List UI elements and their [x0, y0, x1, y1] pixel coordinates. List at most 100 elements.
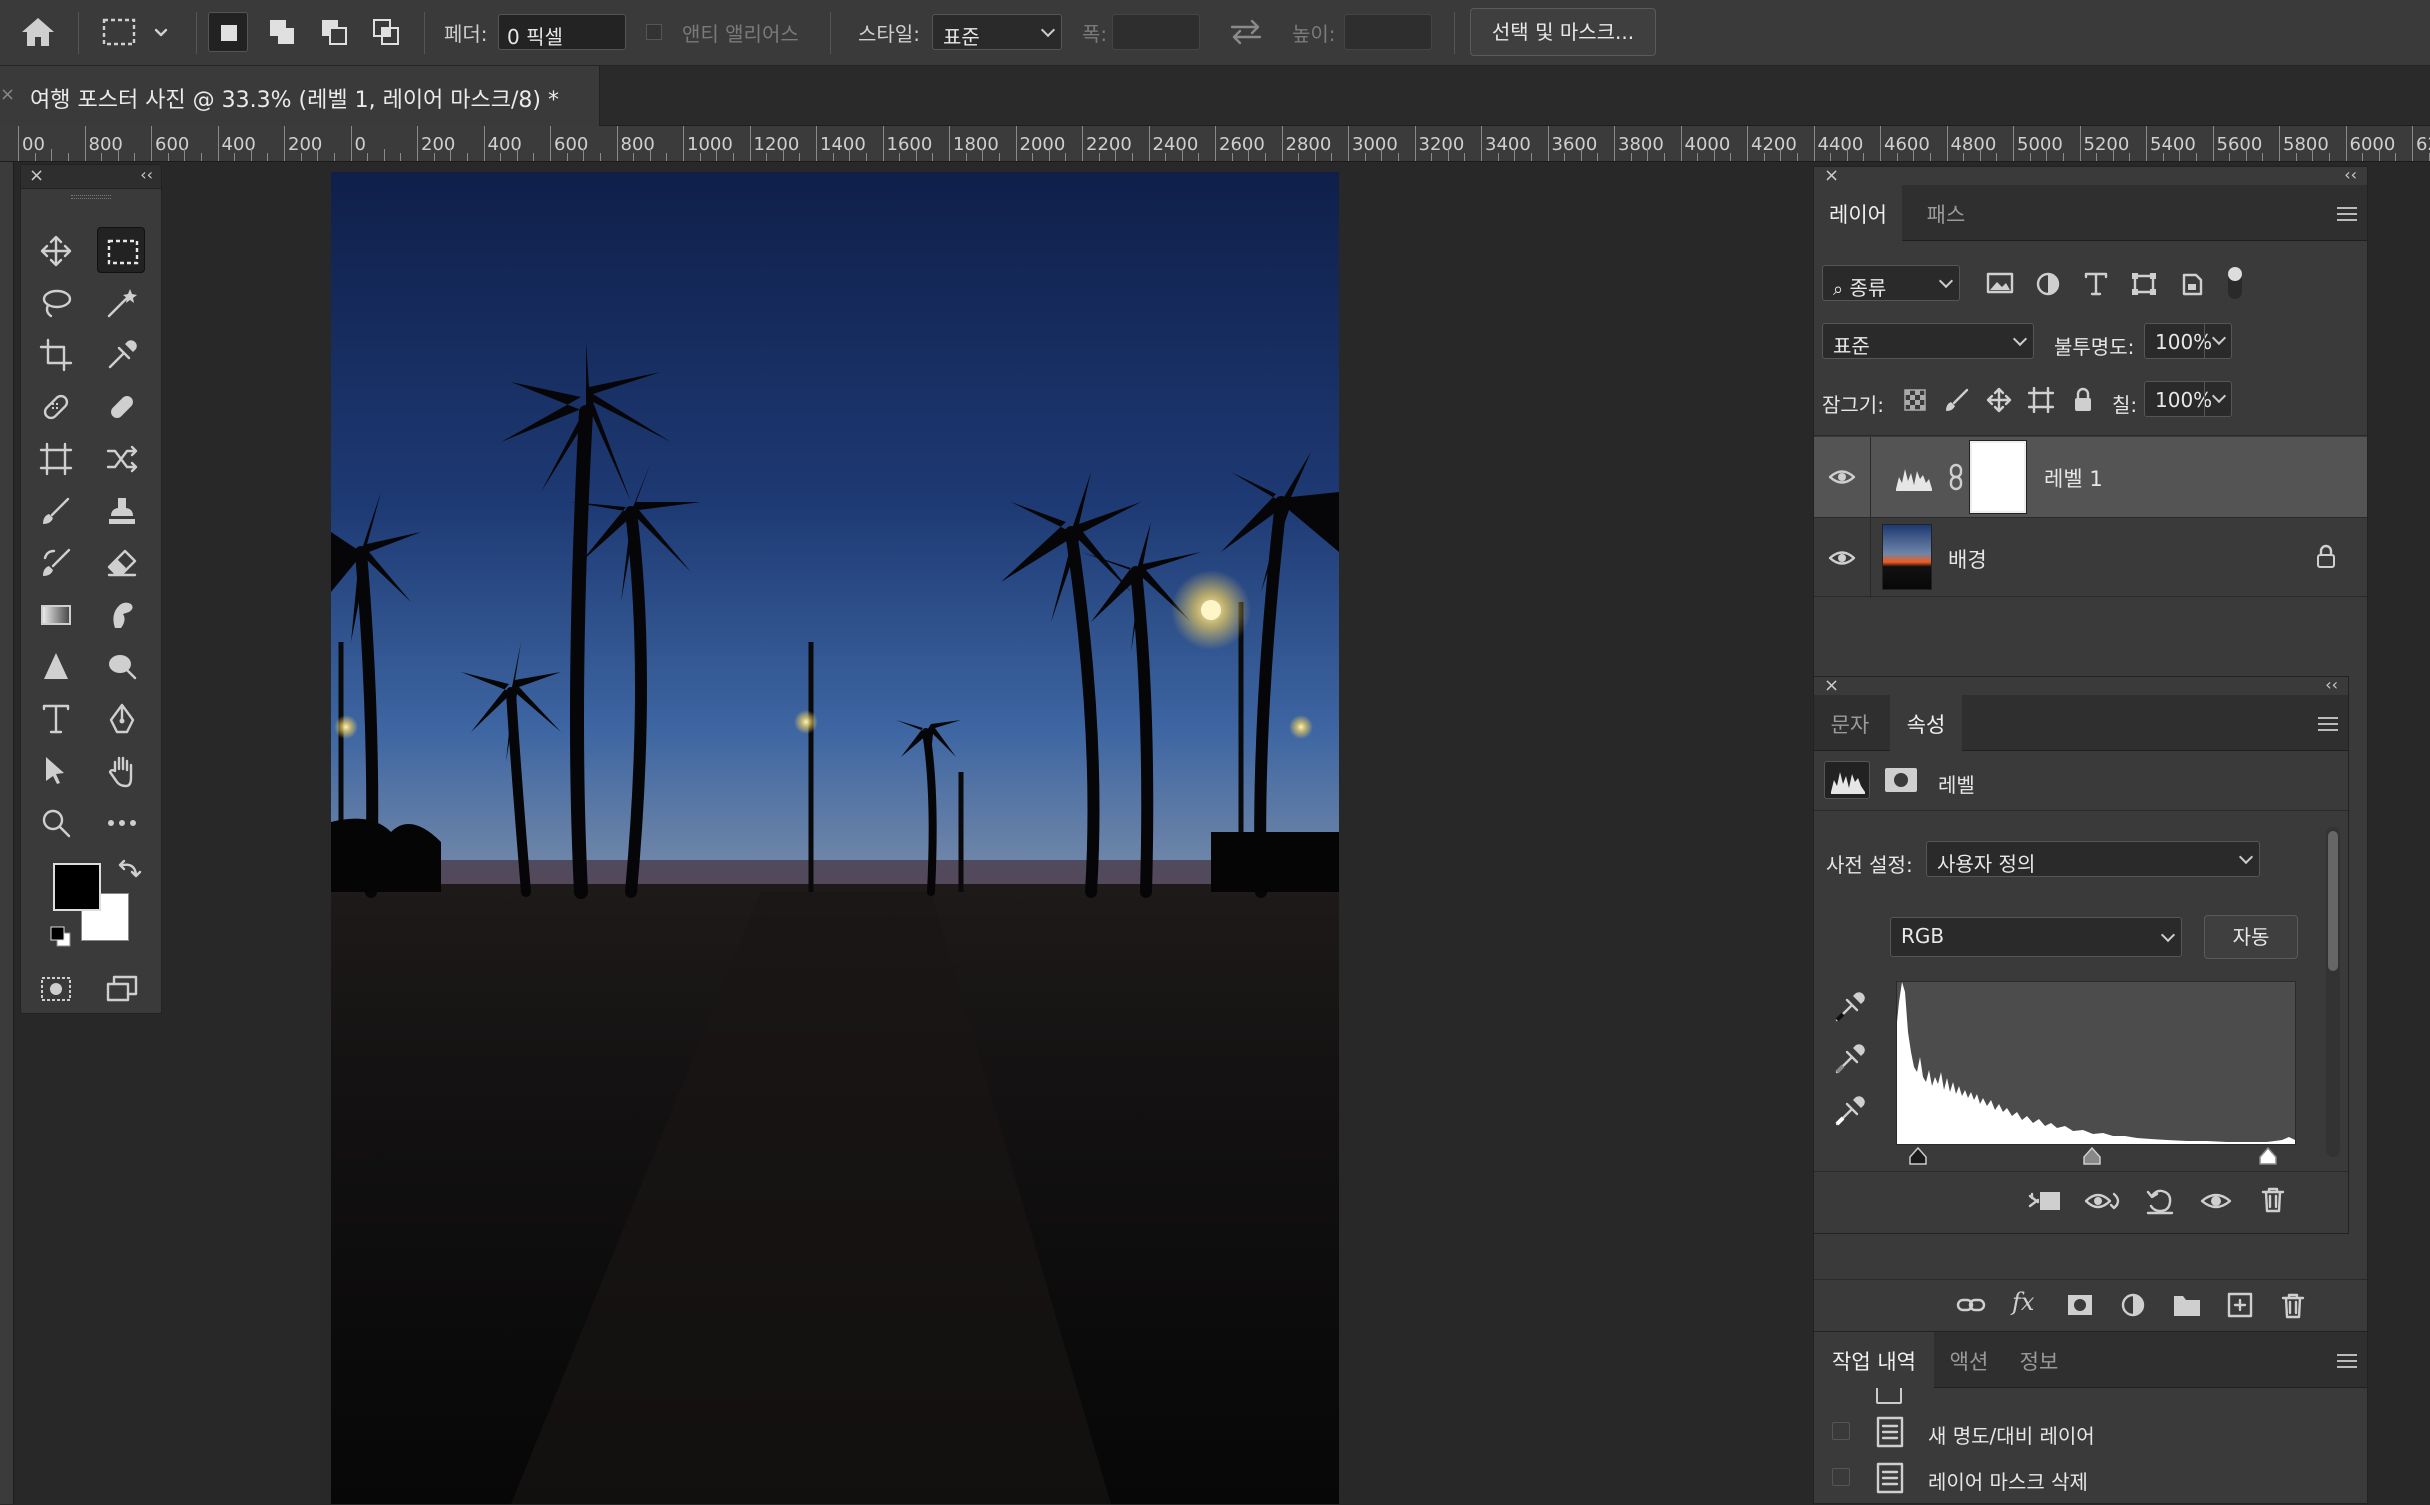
- history-snapshot-checkbox[interactable]: [1832, 1468, 1850, 1486]
- lock-image-pixels-icon[interactable]: [1944, 387, 1970, 413]
- white-input-slider[interactable]: [2258, 1147, 2278, 1165]
- layer-row-levels[interactable]: 레벨 1: [1814, 437, 2367, 517]
- artboard-tool-icon[interactable]: [31, 435, 79, 481]
- style-select[interactable]: 표준: [932, 14, 1062, 50]
- history-item-partial[interactable]: [1814, 1388, 2367, 1408]
- toggle-visibility-icon[interactable]: [2200, 1186, 2232, 1216]
- history-item[interactable]: 새 명도/대비 레이어: [1814, 1410, 2367, 1454]
- background-layer-thumbnail[interactable]: [1882, 524, 1932, 590]
- feather-input[interactable]: 0 픽셀: [498, 14, 626, 50]
- more-tools-icon[interactable]: [97, 799, 145, 845]
- layer-mask-link-icon[interactable]: [1948, 463, 1964, 491]
- eraser-tool-icon[interactable]: [97, 539, 145, 585]
- tab-paths[interactable]: 패스: [1906, 185, 1986, 241]
- add-mask-icon[interactable]: [2066, 1292, 2094, 1318]
- history-snapshot-checkbox[interactable]: [1832, 1422, 1850, 1440]
- levels-histogram[interactable]: [1896, 981, 2296, 1145]
- home-icon[interactable]: [18, 14, 58, 50]
- filter-shape-icon[interactable]: [2130, 271, 2158, 297]
- intersect-selection-icon[interactable]: [366, 12, 406, 52]
- delete-layer-icon[interactable]: [2280, 1292, 2306, 1320]
- spot-healing-brush-tool-icon[interactable]: [31, 383, 79, 429]
- tab-character[interactable]: 문자: [1814, 695, 1886, 751]
- swap-colors-icon[interactable]: [117, 857, 143, 883]
- layer-mask-thumbnail[interactable]: [1969, 440, 2027, 514]
- antialias-checkbox[interactable]: [646, 24, 662, 40]
- view-previous-state-icon[interactable]: [2084, 1186, 2124, 1216]
- opacity-dropdown-icon[interactable]: [2204, 323, 2232, 359]
- rectangular-marquee-tool-icon[interactable]: [97, 227, 145, 273]
- layer-visibility-eye-icon[interactable]: [1828, 544, 1856, 572]
- layers-panel-menu-icon[interactable]: [2337, 207, 2357, 221]
- subtract-from-selection-icon[interactable]: [314, 12, 354, 52]
- smudge-tool-icon[interactable]: [97, 591, 145, 637]
- layer-name-background[interactable]: 배경: [1948, 544, 1987, 574]
- new-adjustment-layer-icon[interactable]: [2120, 1292, 2148, 1318]
- properties-scrollbar[interactable]: [2326, 827, 2340, 1157]
- midtone-input-slider[interactable]: [2082, 1147, 2102, 1165]
- tab-actions[interactable]: 액션: [1938, 1332, 2000, 1388]
- width-input[interactable]: [1112, 14, 1200, 50]
- history-item[interactable]: 레이어 마스크 삭제: [1814, 1456, 2367, 1500]
- hand-tool-icon[interactable]: [97, 747, 145, 793]
- lock-all-icon[interactable]: [2070, 387, 2096, 413]
- foreground-color-swatch[interactable]: [53, 863, 101, 911]
- swap-dimensions-icon[interactable]: [1226, 16, 1266, 48]
- tab-layers[interactable]: 레이어: [1814, 185, 1902, 241]
- black-input-slider[interactable]: [1908, 1147, 1928, 1165]
- layer-filter-select[interactable]: ⌕ 종류: [1822, 265, 1960, 301]
- add-to-selection-icon[interactable]: [262, 12, 302, 52]
- toolbox-close-icon[interactable]: ×: [29, 165, 44, 186]
- gray-point-eyedropper-icon[interactable]: [1832, 1041, 1868, 1077]
- fill-dropdown-icon[interactable]: [2204, 381, 2232, 417]
- filter-smart-object-icon[interactable]: [2178, 271, 2206, 297]
- marquee-tool-preset-icon[interactable]: [100, 16, 170, 50]
- content-aware-move-tool-icon[interactable]: [97, 435, 145, 481]
- mask-icon[interactable]: [1884, 767, 1918, 793]
- default-colors-icon[interactable]: [49, 925, 73, 949]
- properties-panel-close-icon[interactable]: ×: [1824, 675, 1839, 696]
- layers-panel-close-icon[interactable]: ×: [1824, 165, 1839, 186]
- history-brush-tool-icon[interactable]: [31, 539, 79, 585]
- clone-stamp-tool-icon[interactable]: [97, 487, 145, 533]
- layer-name-levels[interactable]: 레벨 1: [2044, 463, 2103, 493]
- filter-type-icon[interactable]: [2082, 271, 2110, 297]
- white-point-eyedropper-icon[interactable]: [1832, 1093, 1868, 1129]
- select-and-mask-button[interactable]: 선택 및 마스크...: [1470, 8, 1656, 56]
- channel-select[interactable]: RGB: [1890, 917, 2182, 957]
- type-tool-icon[interactable]: [31, 695, 79, 741]
- healing-brush-tool-icon[interactable]: [97, 383, 145, 429]
- document-tab[interactable]: × 여행 포스터 사진 @ 33.3% (레벨 1, 레이어 마스크/8) *: [0, 66, 600, 126]
- path-selection-tool-icon[interactable]: [31, 747, 79, 793]
- lock-transparent-pixels-icon[interactable]: [1902, 387, 1928, 413]
- filter-adjustment-icon[interactable]: [2034, 271, 2062, 297]
- layer-row-background[interactable]: 배경: [1814, 517, 2367, 598]
- zoom-tool-icon[interactable]: [31, 799, 79, 845]
- lock-artboard-icon[interactable]: [2028, 387, 2054, 413]
- tab-info[interactable]: 정보: [2008, 1332, 2070, 1388]
- crop-tool-icon[interactable]: [31, 331, 79, 377]
- tab-history[interactable]: 작업 내역: [1814, 1332, 1934, 1388]
- new-layer-icon[interactable]: [2226, 1292, 2254, 1318]
- auto-button[interactable]: 자동: [2204, 915, 2298, 959]
- filter-toggle-icon[interactable]: [2228, 267, 2242, 299]
- pen-tool-icon[interactable]: [97, 695, 145, 741]
- properties-panel-collapse-icon[interactable]: ‹‹: [2325, 675, 2338, 694]
- quick-mask-icon[interactable]: [31, 965, 79, 1011]
- sharpen-tool-icon[interactable]: [31, 643, 79, 689]
- clip-to-layer-icon[interactable]: [2026, 1186, 2064, 1216]
- history-panel-menu-icon[interactable]: [2337, 1354, 2357, 1368]
- link-layers-icon[interactable]: [1956, 1292, 1986, 1318]
- horizontal-ruler[interactable]: 00 800 600 400 200 0 200 400 600 800 1000 1200 1400 1…: [0, 126, 2430, 162]
- lock-position-icon[interactable]: [1986, 387, 2012, 413]
- reset-adjustment-icon[interactable]: [2144, 1186, 2176, 1216]
- magic-wand-tool-icon[interactable]: [97, 279, 145, 325]
- blend-mode-select[interactable]: 표준: [1822, 323, 2034, 359]
- tab-properties[interactable]: 속성: [1890, 695, 1962, 751]
- levels-adjustment-icon[interactable]: [1824, 761, 1870, 799]
- properties-panel-menu-icon[interactable]: [2318, 717, 2338, 731]
- move-tool-icon[interactable]: [31, 227, 79, 273]
- toolbox-collapse-icon[interactable]: ‹‹: [140, 165, 153, 184]
- delete-adjustment-icon[interactable]: [2260, 1186, 2286, 1214]
- gradient-tool-icon[interactable]: [31, 591, 79, 637]
